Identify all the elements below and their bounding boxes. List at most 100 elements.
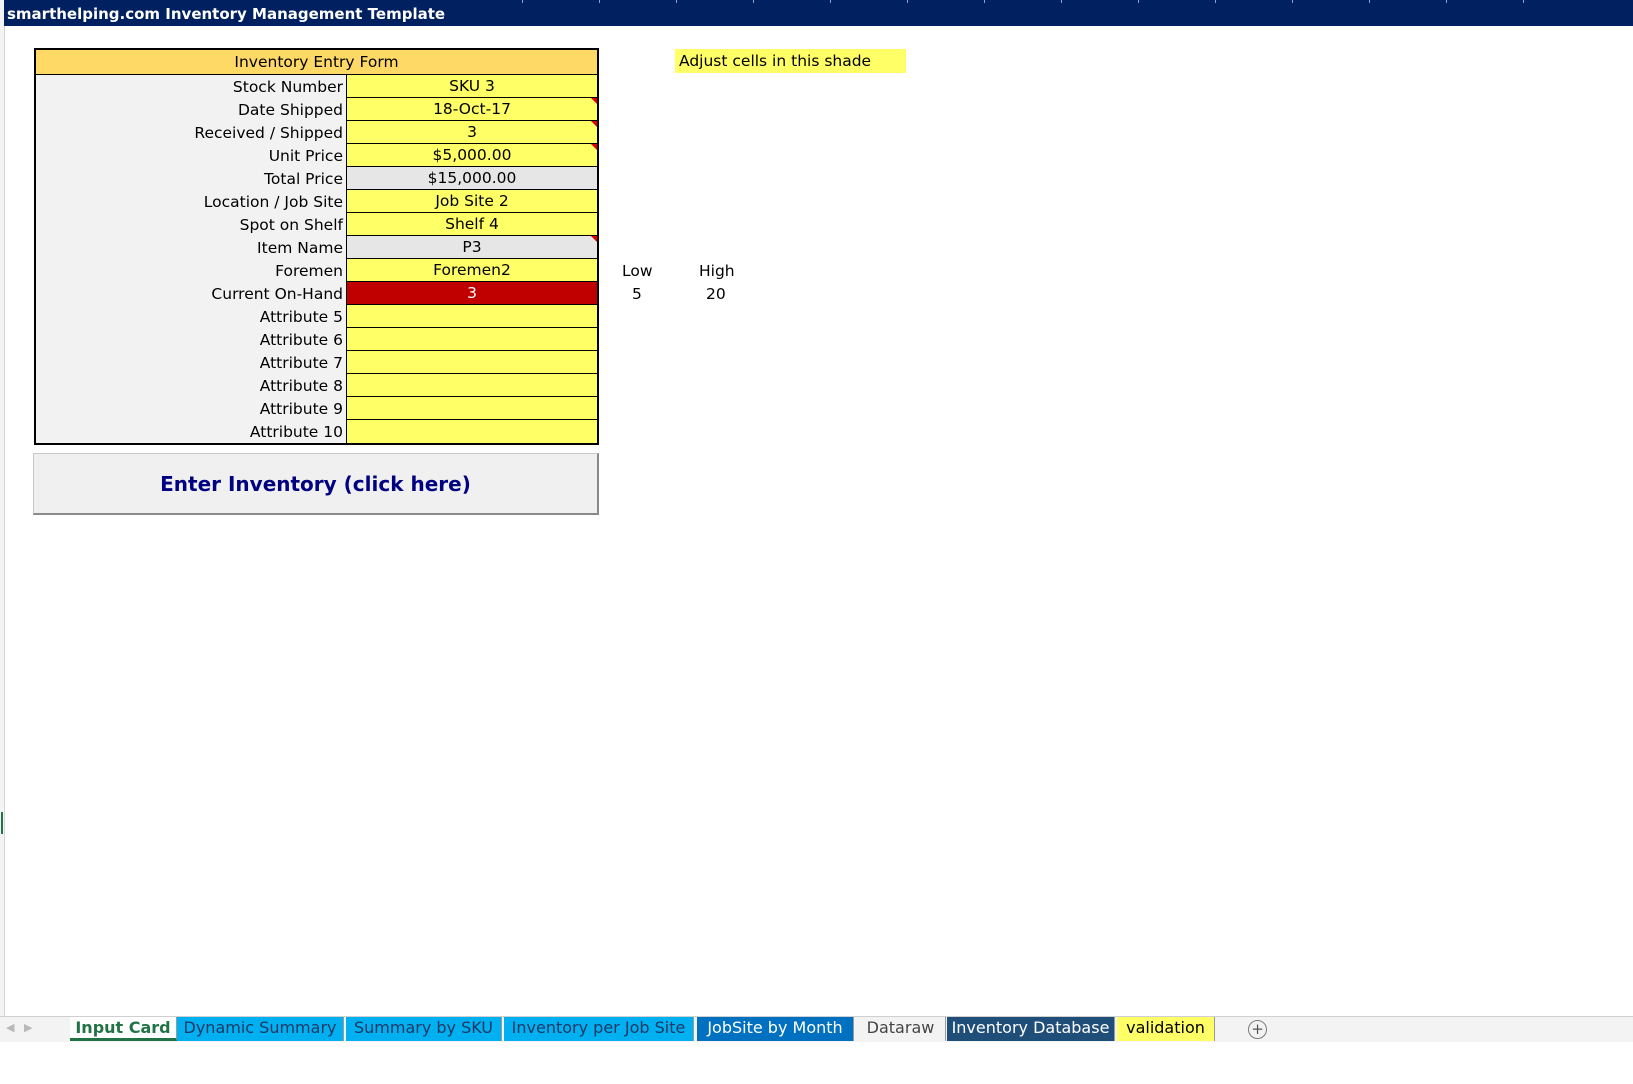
column-gridline [522,0,523,3]
next-sheet-icon[interactable]: ▶ [24,1021,32,1034]
row-header-gutter [0,0,5,1040]
enter-inventory-button[interactable]: Enter Inventory (click here) [33,453,599,515]
attribute-5-cell[interactable] [347,305,597,328]
date-shipped-value: 18-Oct-17 [433,100,511,118]
tab-jobsite-by-month[interactable]: JobSite by Month [697,1017,854,1041]
column-gridline [1215,0,1216,3]
form-title: Inventory Entry Form [36,50,597,75]
form-row-location: Location / Job Site Job Site 2 [36,190,597,213]
status-area [0,1042,1633,1084]
form-row-unit-price: Unit Price $5,000.00 [36,144,597,167]
total-price-value: $15,000.00 [427,169,517,187]
form-row-stock-number: Stock Number SKU 3 [36,75,597,98]
form-row-attribute-6: Attribute 6 [36,328,597,351]
stock-number-value: SKU 3 [449,77,495,95]
attribute-6-cell[interactable] [347,328,597,351]
date-shipped-label: Date Shipped [36,98,347,121]
comment-indicator-icon [591,98,597,104]
attribute-6-label: Attribute 6 [36,328,347,351]
attribute-5-label: Attribute 5 [36,305,347,328]
received-shipped-value: 3 [467,123,477,141]
total-price-label: Total Price [36,167,347,190]
location-value: Job Site 2 [435,192,509,210]
column-gridline [1446,0,1447,3]
tab-inventory-database[interactable]: Inventory Database [947,1017,1115,1041]
stock-number-label: Stock Number [36,75,347,98]
tab-dynamic-summary[interactable]: Dynamic Summary [177,1017,344,1041]
form-row-attribute-9: Attribute 9 [36,397,597,420]
selected-row-indicator [1,812,3,834]
column-gridline [907,0,908,3]
column-gridline [599,0,600,3]
column-gridline [753,0,754,3]
column-gridline [1369,0,1370,3]
attribute-9-label: Attribute 9 [36,397,347,420]
form-row-attribute-7: Attribute 7 [36,351,597,374]
tab-validation[interactable]: validation [1117,1017,1215,1041]
column-gridline [830,0,831,3]
foremen-value: Foremen2 [433,261,511,279]
unit-price-label: Unit Price [36,144,347,167]
form-row-received-shipped: Received / Shipped 3 [36,121,597,144]
tab-inventory-per-job-site[interactable]: Inventory per Job Site [504,1017,694,1041]
location-label: Location / Job Site [36,190,347,213]
sheet-title-band: smarthelping.com Inventory Management Te… [4,0,1633,26]
foremen-cell[interactable]: Foremen2 [347,259,597,282]
column-gridline [1138,0,1139,3]
current-on-hand-cell[interactable]: 3 [347,282,597,305]
date-shipped-cell[interactable]: 18-Oct-17 [347,98,597,121]
foremen-label: Foremen [36,259,347,282]
form-row-spot-on-shelf: Spot on Shelf Shelf 4 [36,213,597,236]
column-gridline [676,0,677,3]
item-name-cell[interactable]: P3 [347,236,597,259]
item-name-value: P3 [462,238,482,256]
item-name-label: Item Name [36,236,347,259]
tab-input-card[interactable]: Input Card [70,1017,177,1041]
tab-summary-by-sku[interactable]: Summary by SKU [346,1017,502,1041]
location-cell[interactable]: Job Site 2 [347,190,597,213]
form-row-item-name: Item Name P3 [36,236,597,259]
comment-indicator-icon [591,121,597,127]
form-row-date-shipped: Date Shipped 18-Oct-17 [36,98,597,121]
attribute-8-cell[interactable] [347,374,597,397]
prev-sheet-icon[interactable]: ◀ [6,1021,14,1034]
column-gridline [1523,0,1524,3]
high-label: High [699,262,735,280]
unit-price-value: $5,000.00 [432,146,512,164]
stock-number-cell[interactable]: SKU 3 [347,75,597,98]
sheet-title: smarthelping.com Inventory Management Te… [7,5,446,23]
sheet-tab-bar: ◀ ▶ Input Card Dynamic Summary Summary b… [0,1016,1633,1042]
form-row-attribute-10: Attribute 10 [36,420,597,443]
attribute-10-label: Attribute 10 [36,420,347,443]
adjust-cells-note: Adjust cells in this shade [675,49,906,73]
spot-on-shelf-label: Spot on Shelf [36,213,347,236]
comment-indicator-icon [591,144,597,150]
column-gridline [1292,0,1293,3]
attribute-8-label: Attribute 8 [36,374,347,397]
high-threshold-value[interactable]: 20 [706,285,726,303]
comment-indicator-icon [591,236,597,242]
total-price-cell[interactable]: $15,000.00 [347,167,597,190]
current-on-hand-label: Current On-Hand [36,282,347,305]
low-label: Low [622,262,653,280]
column-gridline [1061,0,1062,3]
attribute-9-cell[interactable] [347,397,597,420]
column-gridline [984,0,985,3]
attribute-7-cell[interactable] [347,351,597,374]
attribute-10-cell[interactable] [347,420,597,443]
form-row-current-on-hand: Current On-Hand 3 [36,282,597,305]
inventory-entry-form: Inventory Entry Form Stock Number SKU 3 … [34,48,599,445]
received-shipped-label: Received / Shipped [36,121,347,144]
form-row-attribute-8: Attribute 8 [36,374,597,397]
low-threshold-value[interactable]: 5 [632,285,642,303]
add-sheet-icon[interactable]: + [1248,1020,1267,1039]
current-on-hand-value: 3 [467,284,477,302]
unit-price-cell[interactable]: $5,000.00 [347,144,597,167]
form-row-total-price: Total Price $15,000.00 [36,167,597,190]
spot-on-shelf-value: Shelf 4 [445,215,499,233]
attribute-7-label: Attribute 7 [36,351,347,374]
spot-on-shelf-cell[interactable]: Shelf 4 [347,213,597,236]
received-shipped-cell[interactable]: 3 [347,121,597,144]
form-row-foremen: Foremen Foremen2 [36,259,597,282]
tab-dataraw[interactable]: Dataraw [856,1017,946,1041]
